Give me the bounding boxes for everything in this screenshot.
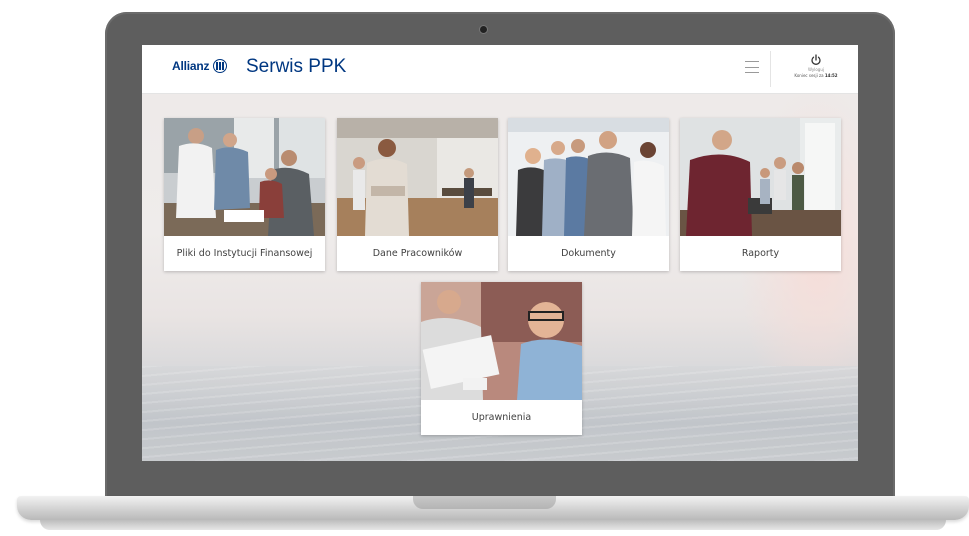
photo-signing-document: [421, 282, 582, 400]
tile-pliki[interactable]: Pliki do Instytucji Finansowej: [164, 118, 325, 271]
hamburger-menu-icon[interactable]: [745, 61, 759, 73]
photo-business-handshake: [164, 118, 325, 236]
tile-uprawnienia[interactable]: Uprawnienia: [421, 282, 582, 435]
header-divider: [770, 51, 771, 87]
tile-label: Pliki do Instytucji Finansowej: [176, 248, 313, 259]
app-screen: Allianz Serwis PPK Wyloguj Koniec sesji …: [142, 45, 858, 461]
session-timer: Koniec sesji za 14:52: [776, 73, 856, 79]
tile-label: Uprawnienia: [471, 412, 532, 423]
tile-dane-pracownikow[interactable]: Dane Pracowników: [337, 118, 498, 271]
tile-raporty[interactable]: Raporty: [680, 118, 841, 271]
webcam-icon: [480, 26, 487, 33]
page-title: Serwis PPK: [246, 56, 347, 77]
tile-label: Raporty: [741, 248, 780, 259]
allianz-eagle-icon: [213, 59, 228, 73]
tile-label: Dane Pracowników: [372, 248, 463, 259]
photo-team-group: [508, 118, 669, 236]
photo-tablet-office: [680, 118, 841, 236]
power-icon: [811, 54, 821, 65]
laptop-notch: [413, 496, 556, 509]
photo-employee-office: [337, 118, 498, 236]
session-time: 14:52: [824, 73, 838, 78]
app-header: Allianz Serwis PPK Wyloguj Koniec sesji …: [142, 45, 858, 94]
logout-button[interactable]: Wyloguj Koniec sesji za 14:52: [776, 54, 856, 86]
laptop-base-bottom: [40, 520, 946, 530]
session-text: Koniec sesji za: [794, 73, 824, 78]
logo-text: Allianz: [172, 59, 210, 73]
tile-label: Dokumenty: [561, 248, 616, 259]
allianz-logo[interactable]: Allianz: [172, 57, 228, 75]
tile-dokumenty[interactable]: Dokumenty: [508, 118, 669, 271]
